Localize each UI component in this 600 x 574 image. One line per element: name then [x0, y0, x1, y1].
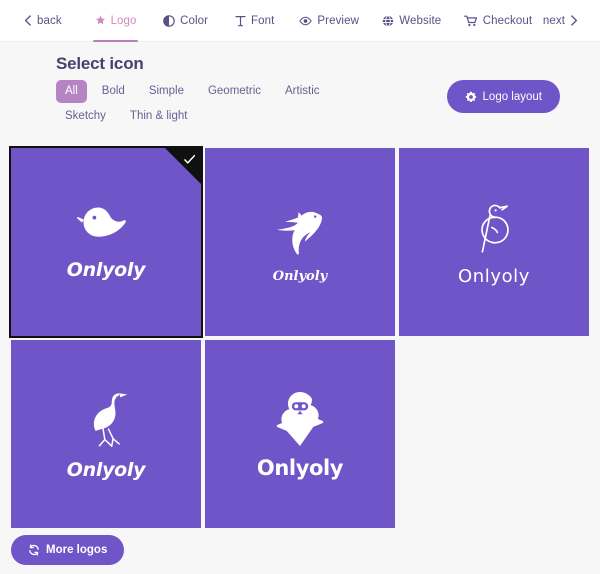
chubby-bird-icon — [77, 207, 126, 237]
page-title: Select icon — [56, 54, 144, 73]
cart-icon — [463, 15, 478, 27]
chevron-left-icon — [24, 15, 32, 26]
filter-chip-all[interactable]: All — [56, 80, 87, 103]
filter-chip-simple[interactable]: Simple — [140, 80, 193, 103]
logo-card-2[interactable]: Onlyoly — [205, 148, 395, 336]
nav-item-font-label: Font — [250, 14, 275, 27]
logo-card-3[interactable]: Onlyoly — [399, 148, 589, 336]
logo-results-grid: Onlyoly Onlyoly Onlyoly Onlyoly Onlyoly — [9, 146, 589, 528]
logo-card-1[interactable]: Onlyoly — [9, 146, 203, 338]
chevron-right-icon — [570, 15, 578, 26]
heron-bird-icon — [93, 393, 128, 447]
filter-chip-artistic[interactable]: Artistic — [276, 80, 329, 103]
filter-chip-geometric[interactable]: Geometric — [199, 80, 270, 103]
flying-swift-icon — [277, 211, 323, 255]
selected-corner-ribbon — [165, 148, 201, 184]
line-art-bird-icon — [481, 204, 509, 253]
filter-chip-sketchy[interactable]: Sketchy — [56, 105, 115, 128]
gear-icon — [465, 91, 477, 103]
owl-bird-icon — [276, 392, 324, 446]
nav-item-website[interactable]: Website — [371, 0, 454, 41]
refresh-icon — [28, 544, 40, 556]
logo-layout-button[interactable]: Logo layout — [446, 80, 560, 113]
eye-icon — [299, 16, 313, 26]
logo-card-3-wordmark: Onlyoly — [457, 265, 531, 287]
globe-icon — [382, 14, 394, 27]
nav-item-logo-label: Logo — [110, 14, 137, 27]
nav-item-color-label: Color — [180, 14, 209, 27]
more-logos-button[interactable]: More logos — [11, 535, 125, 565]
top-navigation-bar: back Logo Color Font Preview Website Che… — [0, 0, 600, 42]
logo-card-4[interactable]: Onlyoly — [11, 340, 201, 528]
logo-card-5-wordmark: Onlyoly — [256, 456, 344, 480]
main-content: Select icon All Bold Simple Geometric Ar… — [0, 42, 600, 574]
nav-item-checkout[interactable]: Checkout — [453, 0, 543, 41]
nav-back-button[interactable]: back — [0, 0, 81, 41]
logo-card-4-wordmark: Onlyoly — [66, 459, 146, 481]
logo-card-2-wordmark: Onlyoly — [272, 268, 328, 284]
logo-layout-label: Logo layout — [482, 90, 542, 103]
filter-chip-thin-light[interactable]: Thin & light — [121, 105, 197, 128]
nav-item-website-label: Website — [399, 14, 442, 27]
text-type-icon — [235, 15, 246, 27]
filter-chip-bold[interactable]: Bold — [93, 80, 134, 103]
nav-next-button[interactable]: next — [543, 0, 600, 41]
contrast-icon — [163, 14, 175, 27]
nav-item-preview-label: Preview — [317, 14, 359, 27]
icon-style-filter-group: All Bold Simple Geometric Artistic Sketc… — [56, 80, 386, 127]
logo-card-5[interactable]: Onlyoly — [205, 340, 395, 528]
star-icon — [95, 15, 106, 26]
nav-item-logo[interactable]: Logo — [81, 0, 149, 42]
more-logos-label: More logos — [46, 544, 108, 556]
nav-item-color[interactable]: Color — [150, 0, 222, 41]
logo-card-1-wordmark: Onlyoly — [66, 259, 146, 281]
nav-back-label: back — [37, 14, 62, 27]
nav-item-font[interactable]: Font — [221, 0, 287, 41]
nav-item-checkout-label: Checkout — [482, 14, 533, 27]
nav-next-label: next — [542, 14, 565, 27]
nav-item-preview[interactable]: Preview — [288, 0, 371, 41]
